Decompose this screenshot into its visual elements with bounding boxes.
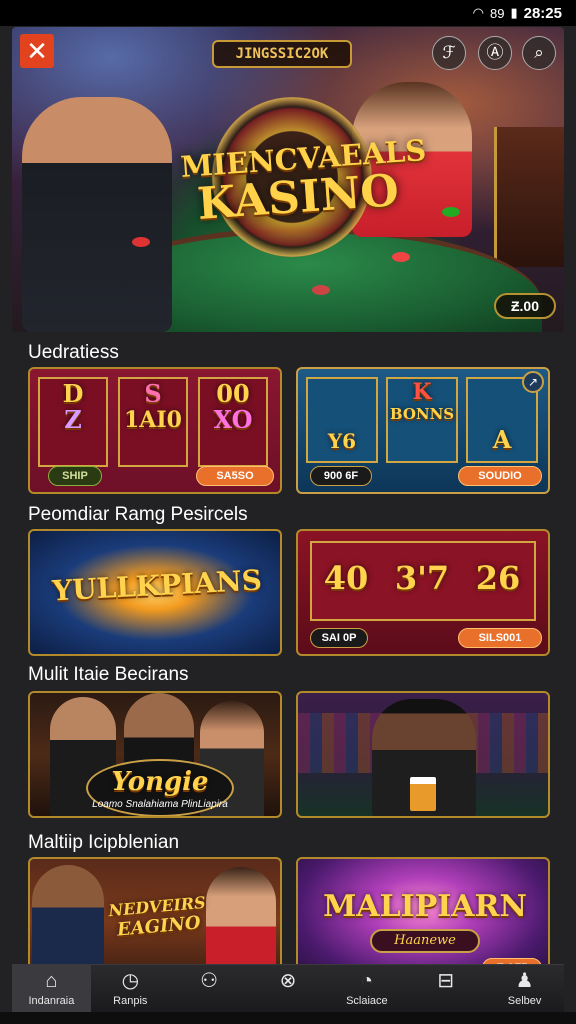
- chip-icon: [132, 237, 150, 247]
- nav-item-sclaiace[interactable]: ◔ Sclaiace: [327, 965, 406, 1012]
- game-card[interactable]: YULLKPIANS: [28, 529, 282, 656]
- card-label-pill[interactable]: SHIP: [48, 466, 102, 486]
- bottom-navigation: ⌂ Indanraia ◷ Ranpis ⚇ ⊗ ◔ Sclaiace ⊟ ♟ …: [12, 964, 564, 1012]
- status-bar: ◠ 89 ▮ 28:25: [0, 0, 576, 26]
- nav-label: Selbev: [507, 994, 542, 1007]
- gauge-icon: ◔: [360, 969, 373, 992]
- home-icon: ⌂: [45, 969, 58, 992]
- hero-banner[interactable]: MIENCVAEALS KASINO ✕ JINGSSIC2OK ℱ Ⓐ ⌕ Ƶ…: [12, 27, 564, 332]
- section-title: Maltiip Icipblenian: [28, 832, 180, 853]
- app-root: ◠ 89 ▮ 28:25 MIENCVAEALS KASINO ✕ JINGSS…: [0, 0, 576, 1024]
- slot-symbol: BONNS: [389, 405, 455, 423]
- people-icon: ⚇: [200, 969, 219, 992]
- game-card[interactable]: D S 00 Z 1AI0 XO SHIP SA5SO: [28, 367, 282, 494]
- nav-item-menu[interactable]: ⊟: [406, 965, 485, 1012]
- game-card[interactable]: Yongie Loamo Snalahiama PlinLiapira: [28, 691, 282, 818]
- nav-item-cancel[interactable]: ⊗: [249, 965, 328, 1012]
- slot-symbol: 26: [475, 559, 521, 597]
- slot-symbol: Z: [64, 405, 82, 434]
- section-title: Uedratiess: [28, 342, 119, 363]
- game-title: NEDVEIRS EAGINO: [94, 892, 221, 943]
- clock-icon: ◷: [121, 969, 140, 992]
- slot-symbol: 3'7: [394, 559, 450, 597]
- balance-pill[interactable]: Ƶ.00: [494, 293, 556, 319]
- chip-icon: [442, 207, 460, 217]
- nav-item-home[interactable]: ⌂ Indanraia: [12, 965, 91, 1012]
- card-label-pill[interactable]: 900 6F: [310, 466, 372, 486]
- nav-label: Sclaiace: [346, 994, 388, 1007]
- nav-item-ranpis[interactable]: ◷ Ranpis: [91, 965, 170, 1012]
- minus-box-icon: ⊟: [437, 969, 455, 992]
- promo-code-pill[interactable]: JINGSSIC2OK: [212, 40, 352, 68]
- slot-symbol: 00: [216, 379, 250, 408]
- profile-icon[interactable]: ℱ: [432, 36, 466, 70]
- cancel-circle-icon: ⊗: [279, 969, 297, 992]
- slot-symbol: K: [412, 379, 432, 405]
- slot-symbol: 1AI0: [124, 407, 182, 433]
- chip-icon: [312, 285, 330, 295]
- slot-machine-image: [494, 127, 564, 267]
- game-subtitle: Haanewe: [370, 929, 480, 953]
- close-button[interactable]: ✕: [20, 34, 54, 68]
- game-subtitle: Loamo Snalahiama PlinLiapira: [92, 799, 228, 810]
- info-icon[interactable]: ↗: [522, 371, 544, 393]
- slot-symbol: 40: [323, 559, 369, 597]
- section-title: Mulit Itaie Becirans: [28, 664, 189, 685]
- signal-icon: 89: [490, 5, 505, 21]
- slot-symbol: A: [492, 425, 512, 454]
- game-card[interactable]: [296, 691, 550, 818]
- hero-title: MIENCVAEALS KASINO: [179, 133, 427, 230]
- slot-symbol: XO: [213, 405, 253, 434]
- user-icon: ♟: [515, 969, 534, 992]
- player-left-image: [22, 97, 172, 332]
- card-action-button[interactable]: SA5SO: [196, 466, 274, 486]
- game-card[interactable]: 40 3'7 26 SAI 0P SILS001: [296, 529, 550, 656]
- nav-item-people[interactable]: ⚇: [170, 965, 249, 1012]
- drink-icon: [410, 777, 436, 811]
- card-action-button[interactable]: SOUDIO: [458, 466, 542, 486]
- chip-icon: [392, 252, 410, 262]
- status-time: 28:25: [523, 4, 562, 22]
- card-label-pill[interactable]: SAI 0P: [310, 628, 368, 648]
- wifi-icon: ◠: [472, 5, 484, 20]
- slot-symbol: D: [62, 379, 84, 408]
- game-title: MALIPIARN: [323, 889, 527, 924]
- search-icon[interactable]: ⌕: [522, 36, 556, 70]
- section-title: Peomdiar Ramg Pesircels: [28, 504, 248, 525]
- slot-symbol: Y6: [327, 429, 357, 453]
- system-gesture-bar: [0, 1012, 576, 1024]
- nav-label: Ranpis: [113, 994, 148, 1007]
- card-action-button[interactable]: SILS001: [458, 628, 542, 648]
- slot-symbol: S: [144, 379, 162, 408]
- battery-icon: ▮: [510, 5, 518, 20]
- nav-item-profile[interactable]: ♟ Selbev: [485, 965, 564, 1012]
- game-title: Yongie: [111, 767, 209, 797]
- game-card[interactable]: K BONNS Y6 A 900 6F SOUDIO ↗: [296, 367, 550, 494]
- nav-label: Indanraia: [28, 994, 75, 1007]
- achievement-icon[interactable]: Ⓐ: [478, 36, 512, 70]
- game-title: YULLKPIANS: [51, 563, 263, 608]
